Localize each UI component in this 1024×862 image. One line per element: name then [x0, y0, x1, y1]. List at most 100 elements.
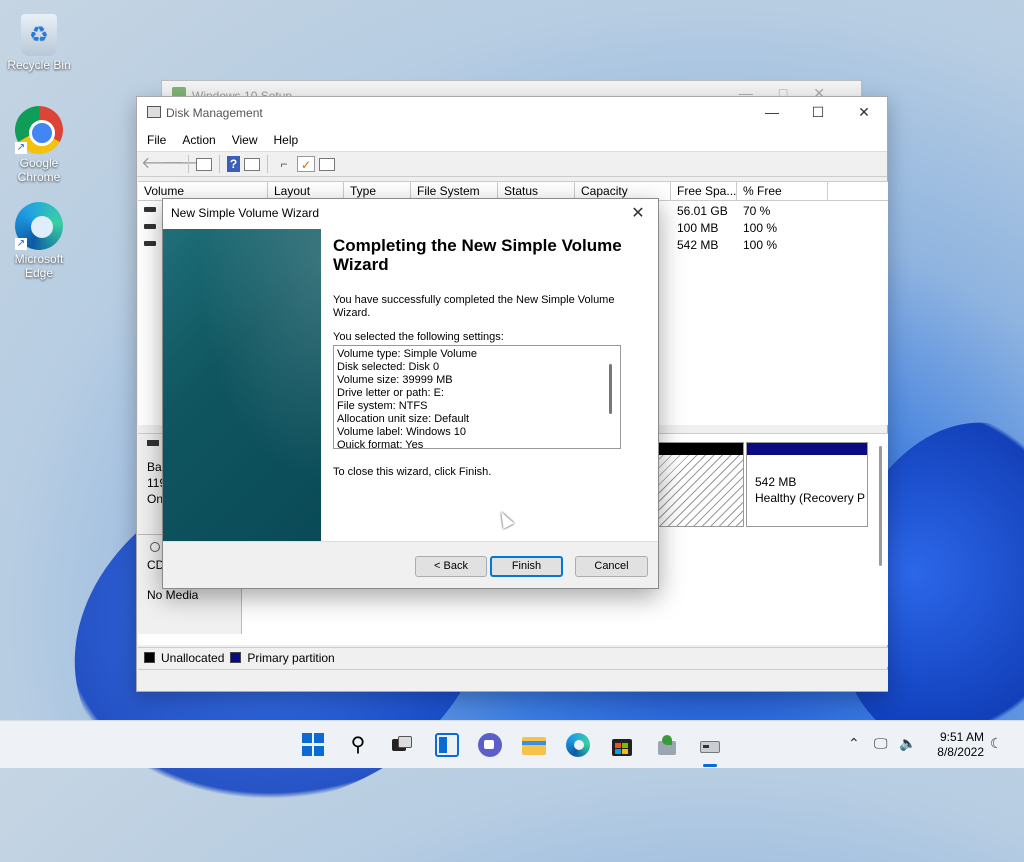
- title-bar[interactable]: Disk Management — ☐ ✕: [137, 97, 887, 129]
- menu-bar: File Action View Help: [137, 129, 887, 151]
- desktop-icon-label: Recycle Bin: [7, 58, 71, 72]
- shortcut-arrow-icon: ↗: [15, 142, 27, 154]
- toolbar-separator: [267, 155, 268, 173]
- dialog-title: New Simple Volume Wizard: [171, 206, 320, 220]
- settings-scrollbar[interactable]: [609, 364, 612, 414]
- back-arrow-icon[interactable]: 🡐: [141, 156, 184, 172]
- settings-summary-box[interactable]: Volume type: Simple Volume Disk selected…: [333, 345, 621, 449]
- window-title: Disk Management: [166, 106, 263, 120]
- disk-pane-scrollbar[interactable]: [879, 446, 882, 566]
- row-percent-free: 70 %: [743, 204, 771, 218]
- dialog-close-button[interactable]: ✕: [626, 202, 650, 226]
- partition-recovery-block[interactable]: 542 MB Healthy (Recovery P: [746, 442, 868, 527]
- row-free-space: 100 MB: [677, 221, 719, 235]
- edge-icon: ↗: [15, 202, 63, 250]
- setting-line: Volume type: Simple Volume: [337, 348, 478, 360]
- maximize-button[interactable]: ☐: [795, 97, 841, 127]
- finish-button[interactable]: Finish: [490, 556, 563, 577]
- search-icon[interactable]: ⚲: [346, 733, 370, 757]
- toolbar: 🡐 🡒 ? ⌐ ✓: [137, 151, 887, 177]
- shortcut-arrow-icon: ↗: [15, 238, 27, 250]
- chrome-icon: ↗: [15, 106, 63, 154]
- desktop-icon-recycle-bin[interactable]: Recycle Bin: [1, 10, 77, 72]
- show-hide-tree-icon[interactable]: [196, 157, 212, 171]
- partition-bar: [659, 443, 743, 455]
- taskbar: ⚲ ⌃ 🖵 🔈 9:51 AM 8/8/2022 ☾: [0, 720, 1024, 768]
- status-bar: [138, 669, 888, 691]
- wizard-side-banner: [163, 229, 321, 543]
- disk-icon: [147, 440, 159, 446]
- toolbar-separator: [188, 155, 189, 173]
- setting-line: Allocation unit size: Default: [337, 413, 470, 425]
- selected-settings-label: You selected the following settings:: [333, 331, 504, 343]
- widgets-icon[interactable]: [435, 733, 459, 757]
- file-explorer-icon[interactable]: [522, 733, 546, 757]
- task-view-icon[interactable]: [390, 733, 414, 757]
- check-icon[interactable]: ✓: [297, 156, 315, 172]
- connect-disk-icon[interactable]: ⌐: [275, 156, 293, 172]
- success-message: You have successfully completed the New …: [333, 294, 615, 319]
- setting-line: Quick format: Yes: [337, 439, 424, 449]
- unallocated-swatch: [144, 652, 155, 663]
- cd-rom-icon: [150, 542, 160, 552]
- cd-media-status: No Media: [147, 588, 199, 602]
- disk-management-icon: [147, 106, 161, 118]
- forward-arrow-icon[interactable]: 🡒: [163, 156, 206, 172]
- partition-bar: [747, 443, 867, 455]
- volume-icon: [144, 207, 156, 212]
- minimize-button[interactable]: —: [749, 97, 795, 127]
- windows-setup-taskbar-icon[interactable]: [655, 733, 679, 757]
- back-button[interactable]: < Back: [415, 556, 487, 577]
- legend-unallocated: Unallocated: [161, 650, 225, 665]
- row-percent-free: 100 %: [743, 221, 778, 235]
- desktop-icon-microsoft-edge[interactable]: ↗ Microsoft Edge: [1, 202, 77, 280]
- partition-status: Healthy (Recovery P: [755, 491, 866, 505]
- setting-line: Disk selected: Disk 0: [337, 361, 440, 373]
- wizard-heading: Completing the New Simple Volume Wizard: [333, 236, 622, 274]
- volume-icon: [144, 241, 156, 246]
- settings-lines: Volume type: Simple Volume Disk selected…: [334, 346, 620, 449]
- edge-taskbar-icon[interactable]: [566, 733, 590, 757]
- clock-date: 8/8/2022: [937, 745, 984, 759]
- notification-moon-icon[interactable]: ☾: [990, 735, 1003, 752]
- wizard-footer: < Back Finish Cancel: [163, 541, 658, 588]
- menu-action[interactable]: Action: [174, 129, 223, 151]
- row-free-space: 542 MB: [677, 238, 719, 252]
- clock-time: 9:51 AM: [939, 730, 984, 744]
- legend: Unallocated Primary partition: [138, 647, 888, 667]
- desktop-icon-google-chrome[interactable]: ↗ Google Chrome: [1, 106, 77, 184]
- column-free-space[interactable]: Free Spa...: [671, 182, 737, 200]
- start-button[interactable]: [302, 733, 326, 757]
- chat-icon[interactable]: [478, 733, 502, 757]
- volume-icon[interactable]: 🔈: [899, 735, 916, 752]
- menu-help[interactable]: Help: [266, 129, 307, 151]
- chevron-up-icon[interactable]: ⌃: [848, 735, 860, 752]
- setting-line: Volume size: 39999 MB: [337, 374, 453, 386]
- microsoft-store-icon[interactable]: [610, 733, 634, 757]
- help-icon[interactable]: ?: [227, 156, 240, 172]
- row-percent-free: 100 %: [743, 238, 778, 252]
- new-simple-volume-wizard[interactable]: New Simple Volume Wizard ✕ Completing th…: [162, 198, 659, 589]
- network-icon[interactable]: 🖵: [874, 735, 888, 752]
- disk-management-taskbar-icon[interactable]: [698, 733, 722, 757]
- active-app-indicator: [703, 764, 717, 767]
- row-free-space: 56.01 GB: [677, 204, 728, 218]
- legend-primary-partition: Primary partition: [247, 650, 335, 665]
- system-clock[interactable]: 9:51 AM 8/8/2022: [937, 730, 984, 760]
- list-icon[interactable]: [319, 157, 335, 171]
- close-button[interactable]: ✕: [841, 97, 887, 127]
- primary-partition-swatch: [230, 652, 242, 663]
- toolbar-separator: [219, 155, 220, 173]
- disk0-status: On: [147, 492, 164, 506]
- setting-line: Drive letter or path: E:: [337, 387, 444, 399]
- close-hint: To close this wizard, click Finish.: [333, 466, 492, 478]
- column-percent-free[interactable]: % Free: [737, 182, 828, 200]
- volume-icon: [144, 224, 156, 229]
- setting-line: File system: NTFS: [337, 400, 428, 412]
- menu-file[interactable]: File: [139, 129, 174, 151]
- cancel-button[interactable]: Cancel: [575, 556, 648, 577]
- partition-unallocated-block[interactable]: [658, 442, 744, 527]
- properties-icon[interactable]: [244, 157, 260, 171]
- menu-view[interactable]: View: [224, 129, 266, 151]
- recycle-bin-icon: [21, 14, 57, 56]
